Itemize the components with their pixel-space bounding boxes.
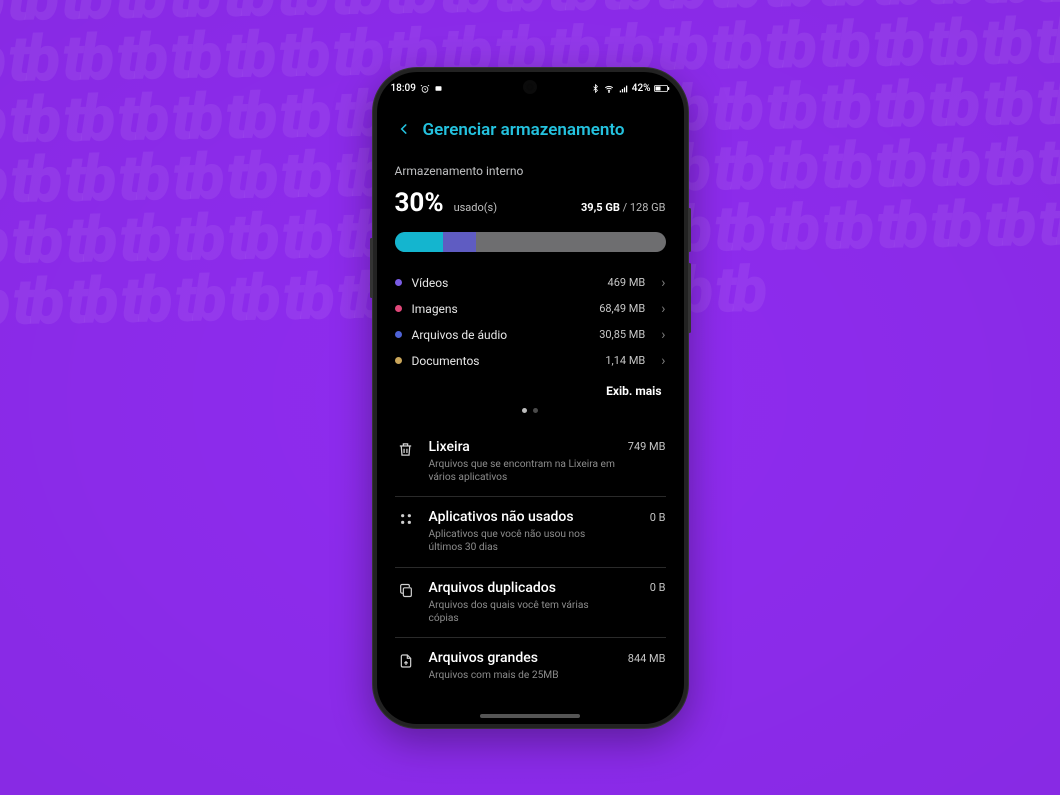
cleanup-item-desc: Arquivos com mais de 25MB bbox=[429, 669, 619, 682]
cleanup-item-desc: Arquivos dos quais você tem várias cópia… bbox=[429, 599, 619, 626]
chevron-right-icon: › bbox=[661, 302, 665, 316]
large-files-icon bbox=[395, 650, 417, 682]
storage-used: 39,5 GB bbox=[581, 201, 620, 214]
cleanup-item-title: Aplicativos não usados bbox=[429, 509, 574, 525]
cleanup-item-value: 844 MB bbox=[628, 652, 666, 665]
notification-icon bbox=[434, 84, 443, 93]
category-dot bbox=[395, 279, 402, 286]
chevron-right-icon: › bbox=[661, 328, 665, 342]
home-indicator[interactable] bbox=[480, 714, 580, 718]
category-list: Vídeos469 MB›Imagens68,49 MB›Arquivos de… bbox=[395, 270, 666, 374]
category-row[interactable]: Vídeos 469 MB › bbox=[395, 270, 666, 296]
cleanup-item-value: 0 B bbox=[650, 581, 666, 594]
storage-percent: 30% bbox=[395, 188, 444, 218]
phone-side-button bbox=[688, 208, 691, 252]
cleanup-item-desc: Aplicativos que você não usou nos último… bbox=[429, 528, 619, 555]
cleanup-item-value: 749 MB bbox=[628, 440, 666, 453]
back-button[interactable] bbox=[395, 118, 413, 142]
battery-icon bbox=[654, 84, 670, 93]
cleanup-item-title: Lixeira bbox=[429, 439, 470, 455]
cleanup-item-desc: Arquivos que se encontram na Lixeira em … bbox=[429, 458, 619, 485]
category-name: Vídeos bbox=[412, 276, 449, 290]
trash-icon bbox=[395, 439, 417, 485]
bluetooth-icon bbox=[591, 83, 600, 94]
wifi-icon bbox=[603, 84, 615, 94]
chevron-left-icon bbox=[397, 121, 411, 137]
page-indicator bbox=[395, 408, 666, 413]
status-time: 18:09 bbox=[391, 83, 416, 94]
page-title: Gerenciar armazenamento bbox=[423, 120, 625, 140]
category-size: 68,49 MB bbox=[599, 302, 645, 315]
battery-percent: 42% bbox=[632, 83, 651, 94]
cleanup-item[interactable]: Lixeira 749 MB Arquivos que se encontram n… bbox=[395, 427, 666, 497]
category-size: 30,85 MB bbox=[599, 328, 645, 341]
cleanup-list: Lixeira 749 MB Arquivos que se encontram n… bbox=[395, 427, 666, 695]
phone-side-button bbox=[688, 263, 691, 333]
category-row[interactable]: Arquivos de áudio 30,85 MB › bbox=[395, 322, 666, 348]
chevron-right-icon: › bbox=[661, 276, 665, 290]
cleanup-item-value: 0 B bbox=[650, 511, 666, 524]
category-name: Documentos bbox=[412, 354, 480, 368]
storage-bar-segment bbox=[443, 232, 476, 252]
category-dot bbox=[395, 305, 402, 312]
category-dot bbox=[395, 331, 402, 338]
category-name: Arquivos de áudio bbox=[412, 328, 508, 342]
cleanup-item[interactable]: Arquivos duplicados 0 B Arquivos dos quais… bbox=[395, 567, 666, 638]
storage-percent-row: 30% usado(s) 39,5 GB / 128 GB bbox=[395, 188, 666, 218]
signal-icon bbox=[618, 84, 629, 94]
duplicate-icon bbox=[395, 580, 417, 626]
category-row[interactable]: Documentos 1,14 MB › bbox=[395, 348, 666, 374]
category-dot bbox=[395, 357, 402, 364]
storage-percent-suffix: usado(s) bbox=[454, 201, 497, 214]
apps-icon bbox=[395, 509, 417, 555]
storage-bar bbox=[395, 232, 666, 252]
category-name: Imagens bbox=[412, 302, 458, 316]
storage-capacity: 39,5 GB / 128 GB bbox=[581, 201, 666, 214]
category-size: 1,14 MB bbox=[605, 354, 645, 367]
front-camera bbox=[525, 82, 535, 92]
section-label: Armazenamento interno bbox=[395, 164, 666, 178]
chevron-right-icon: › bbox=[661, 354, 665, 368]
cleanup-item[interactable]: Aplicativos não usados 0 B Aplicativos que… bbox=[395, 496, 666, 567]
category-row[interactable]: Imagens 68,49 MB › bbox=[395, 296, 666, 322]
storage-bar-segment bbox=[395, 232, 444, 252]
cleanup-item-title: Arquivos duplicados bbox=[429, 580, 556, 596]
show-more-button[interactable]: Exib. mais bbox=[395, 384, 662, 398]
cleanup-item-title: Arquivos grandes bbox=[429, 650, 538, 666]
phone-frame: 18:09 42% bbox=[373, 68, 688, 728]
category-size: 469 MB bbox=[608, 276, 646, 289]
storage-total: 128 GB bbox=[630, 201, 666, 214]
phone-side-button bbox=[370, 238, 373, 298]
cleanup-item[interactable]: Arquivos grandes 844 MB Arquivos com mais … bbox=[395, 637, 666, 694]
alarm-icon bbox=[420, 84, 430, 94]
